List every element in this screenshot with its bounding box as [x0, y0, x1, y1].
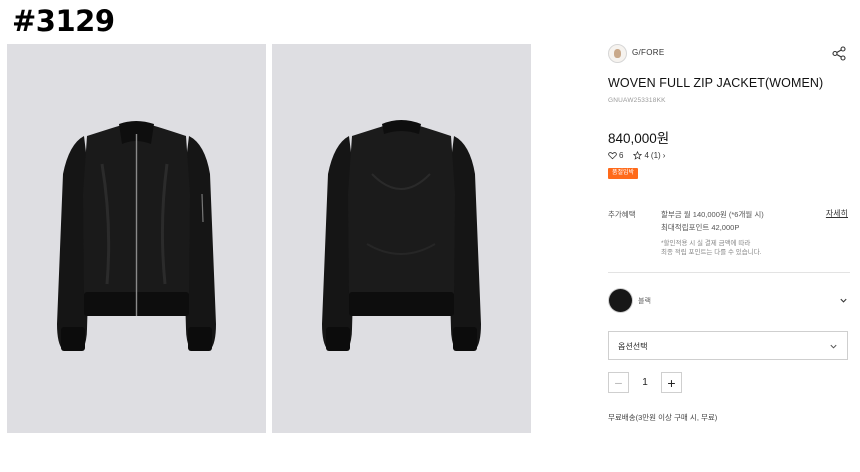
- product-image-back[interactable]: [272, 44, 531, 433]
- heart-icon: [608, 152, 617, 160]
- rating[interactable]: 4 (1) ›: [633, 151, 665, 160]
- color-name: 블랙: [638, 298, 651, 305]
- quantity-value[interactable]: 1: [629, 377, 661, 388]
- product-stats: 6 4 (1) ›: [608, 151, 665, 160]
- quantity-decrease-button[interactable]: −: [608, 372, 629, 393]
- quantity-increase-button[interactable]: +: [661, 372, 682, 393]
- product-info-panel: G/FORE WOVEN FULL ZIP JACKET(WOMEN) GNUA…: [608, 0, 852, 472]
- benefit-label: 추가혜택: [608, 210, 636, 219]
- points-note-line2: 최종 적립 포인트는 다를 수 있습니다.: [661, 249, 762, 256]
- chevron-down-icon[interactable]: [839, 296, 848, 305]
- quantity-stepper: − 1 +: [608, 372, 682, 393]
- like-count-value: 6: [619, 151, 624, 160]
- brand-row: G/FORE: [608, 44, 850, 64]
- installment-info: 할부금 월 140,000원 (*6개월 시): [661, 210, 764, 219]
- brand-logo[interactable]: [608, 44, 627, 63]
- product-price: 840,000원: [608, 131, 670, 146]
- review-count: (1): [650, 151, 661, 160]
- color-swatch-black[interactable]: [609, 289, 632, 312]
- like-count[interactable]: 6: [608, 151, 623, 160]
- status-badge: 품절임박: [608, 168, 639, 179]
- product-image-front[interactable]: [7, 44, 266, 433]
- jacket-front-illustration: [57, 121, 216, 351]
- chevron-right-icon: ›: [662, 151, 666, 160]
- rating-value: 4: [644, 151, 649, 160]
- jacket-back-illustration: [322, 120, 481, 351]
- page-tag: #3129: [12, 4, 115, 38]
- color-selector[interactable]: 블랙: [608, 288, 850, 314]
- option-select-label: 옵션선택: [618, 342, 648, 351]
- points-info: 최대적립포인트 42,000P: [661, 223, 740, 232]
- option-select[interactable]: 옵션선택: [608, 331, 848, 360]
- product-code: GNUAW253318KK: [608, 97, 666, 104]
- share-icon[interactable]: [832, 46, 846, 61]
- chevron-down-icon: [830, 344, 837, 349]
- star-icon: [633, 151, 643, 160]
- brand-name[interactable]: G/FORE: [632, 48, 664, 57]
- product-title: WOVEN FULL ZIP JACKET(WOMEN): [608, 76, 824, 90]
- shipping-note: 무료배송(3만원 이상 구매 시, 무료): [608, 413, 718, 422]
- divider: [608, 272, 850, 273]
- benefit-detail-link[interactable]: 자세히: [826, 208, 848, 219]
